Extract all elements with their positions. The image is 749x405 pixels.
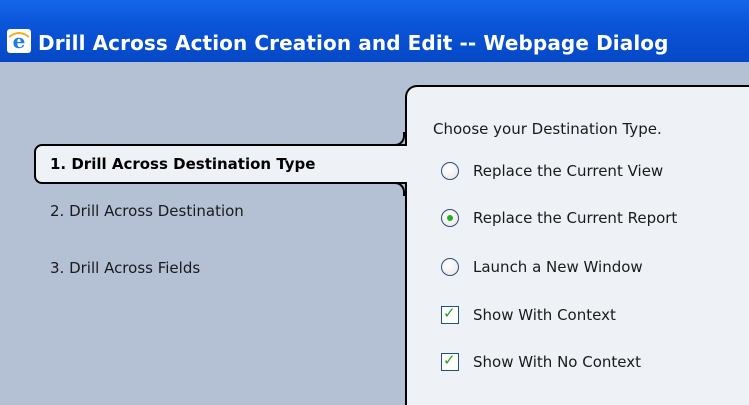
option-show-with-no-context[interactable]: Show With No Context [441,350,641,374]
checkbox-show-with-no-context[interactable] [441,351,459,371]
radio-launch-new-window[interactable] [441,258,459,276]
wizard-step-destination-type[interactable]: 1. Drill Across Destination Type [50,155,315,173]
wizard-sidebar [0,62,405,383]
window-title: Drill Across Action Creation and Edit --… [38,31,669,55]
option-label: Replace the Current Report [473,209,678,227]
radio-replace-current-report[interactable] [441,209,459,227]
option-label: Replace the Current View [473,162,664,180]
internet-explorer-icon: e [7,29,31,53]
option-label: Show With No Context [473,353,641,371]
wizard-step-fields[interactable]: 3. Drill Across Fields [50,259,200,277]
wizard-step-destination[interactable]: 2. Drill Across Destination [50,202,244,220]
checkbox-show-with-context[interactable] [441,304,459,324]
option-show-with-context[interactable]: Show With Context [441,303,616,327]
option-replace-current-report[interactable]: Replace the Current Report [441,206,677,230]
option-label: Show With Context [473,306,616,324]
radio-replace-current-view[interactable] [441,162,459,180]
option-replace-current-view[interactable]: Replace the Current View [441,159,663,183]
tab-join [405,146,409,182]
title-bar[interactable]: e Drill Across Action Creation and Edit … [0,0,749,62]
option-label: Launch a New Window [473,258,643,276]
instruction-text: Choose your Destination Type. [433,120,662,138]
option-launch-new-window[interactable]: Launch a New Window [441,255,643,279]
